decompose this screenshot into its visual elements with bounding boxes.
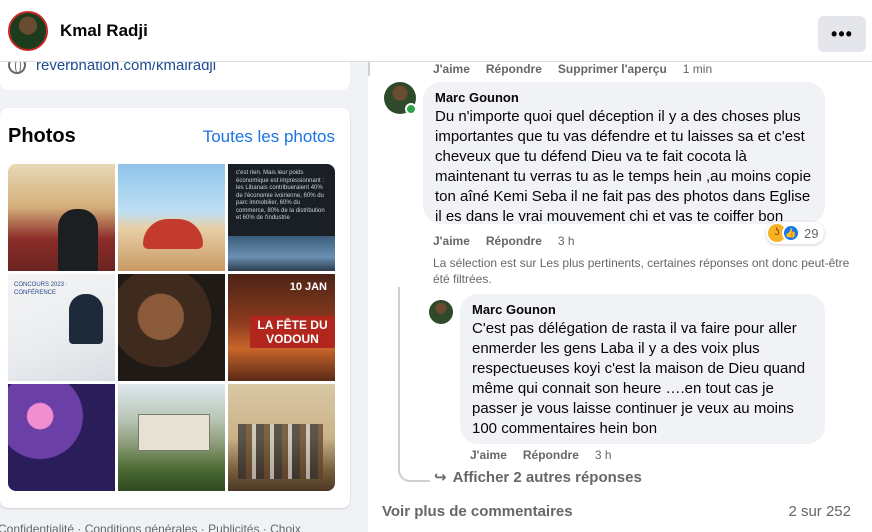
reply-button[interactable]: Répondre xyxy=(486,234,542,248)
reaction-count: 29 xyxy=(804,225,819,241)
comment-actions-top: J'aime Répondre Supprimer l'aperçu 1 min xyxy=(433,62,712,76)
photo-thumbnail[interactable] xyxy=(118,384,225,491)
like-button[interactable]: J'aime xyxy=(433,62,470,76)
reply-button[interactable]: Répondre xyxy=(486,62,542,76)
photo-date: 10 JAN xyxy=(289,281,327,293)
replier-avatar[interactable] xyxy=(429,300,453,324)
profile-name[interactable]: Kmal Radji xyxy=(60,21,148,41)
comment-time[interactable]: 1 min xyxy=(683,62,712,76)
reply-text: C'est pas délégation de rasta il va fair… xyxy=(472,320,806,437)
photo-thumbnail[interactable] xyxy=(228,384,335,491)
comment-actions: J'aime Répondre 3 h xyxy=(433,234,575,248)
intro-card: reverbnation.com/kmalradji xyxy=(0,62,350,90)
reply-actions: J'aime Répondre 3 h xyxy=(470,448,612,462)
reply-arrow-icon: ↪ xyxy=(434,469,447,486)
globe-icon xyxy=(8,62,26,74)
comment-time[interactable]: 3 h xyxy=(558,234,575,248)
like-button[interactable]: J'aime xyxy=(470,448,507,462)
photos-card: Photos Toutes les photos c'est rien. Mai… xyxy=(0,108,350,508)
comment-text: Du n'importe quoi quel déception il y a … xyxy=(435,108,812,225)
photos-title: Photos xyxy=(8,125,76,147)
comments-panel: J'aime Répondre Supprimer l'aperçu 1 min… xyxy=(368,62,872,532)
profile-header: Kmal Radji ••• xyxy=(0,0,872,62)
all-photos-link[interactable]: Toutes les photos xyxy=(203,127,335,147)
view-more-comments-button[interactable]: Voir plus de commentaires xyxy=(382,503,573,520)
more-options-button[interactable]: ••• xyxy=(818,16,866,52)
like-button[interactable]: J'aime xyxy=(433,234,470,248)
online-status-dot xyxy=(405,103,417,115)
photo-title: LA FÊTE DU VODOUN xyxy=(250,316,335,348)
photo-thumbnail[interactable] xyxy=(8,384,115,491)
reply-time[interactable]: 3 h xyxy=(595,448,612,462)
photo-caption: c'est rien. Mais leur poids économique e… xyxy=(236,170,325,221)
photo-thumbnail[interactable] xyxy=(8,164,115,271)
reply-thread-line xyxy=(398,287,430,482)
comment-bubble: Marc Gounon Du n'importe quoi quel décep… xyxy=(423,82,825,225)
like-reaction-icon: 👍 xyxy=(782,224,800,242)
reaction-summary[interactable]: ʖ 👍 29 xyxy=(766,222,825,244)
photo-thumbnail[interactable] xyxy=(118,274,225,381)
comment-pager: 2 sur 252 xyxy=(788,503,851,520)
show-more-replies-label[interactable]: Afficher 2 autres réponses xyxy=(453,469,642,486)
photo-thumbnail[interactable]: 10 JAN LA FÊTE DU VODOUN xyxy=(228,274,335,381)
website-link[interactable]: reverbnation.com/kmalradji xyxy=(8,62,216,74)
photo-thumbnail[interactable]: c'est rien. Mais leur poids économique e… xyxy=(228,164,335,271)
reply-button[interactable]: Répondre xyxy=(523,448,579,462)
photo-grid: c'est rien. Mais leur poids économique e… xyxy=(8,164,335,491)
website-link-text[interactable]: reverbnation.com/kmalradji xyxy=(36,62,216,74)
profile-avatar[interactable] xyxy=(8,10,48,51)
thread-line xyxy=(368,62,370,76)
photo-thumbnail[interactable]: CONCOURS 2023 · CONFÉRENCE xyxy=(8,274,115,381)
photo-caption: CONCOURS 2023 · CONFÉRENCE xyxy=(14,282,68,296)
photo-thumbnail[interactable] xyxy=(118,164,225,271)
filter-notice: La sélection est sur Les plus pertinents… xyxy=(433,256,850,286)
footer-links[interactable]: Confidentialité · Conditions générales ·… xyxy=(0,522,301,532)
remove-preview-button[interactable]: Supprimer l'aperçu xyxy=(558,62,667,76)
reply-author[interactable]: Marc Gounon xyxy=(472,302,813,317)
comment-author[interactable]: Marc Gounon xyxy=(435,90,813,105)
reply-bubble: Marc Gounon C'est pas délégation de rast… xyxy=(460,294,825,444)
show-more-replies-button[interactable]: ↪ Afficher 2 autres réponses xyxy=(434,468,642,487)
